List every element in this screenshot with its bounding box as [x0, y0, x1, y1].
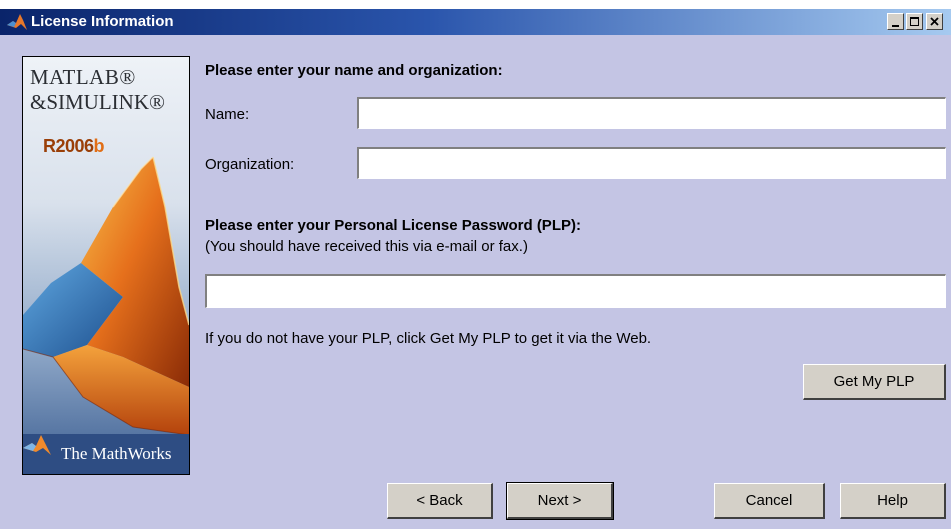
release-prefix: R2006	[43, 136, 94, 156]
minimize-icon[interactable]	[887, 13, 904, 30]
name-input[interactable]	[357, 97, 946, 129]
cancel-button[interactable]: Cancel	[714, 483, 825, 519]
license-information-window: License Information MATLAB® &SIMULINK® R…	[0, 9, 951, 529]
mathworks-bar: The MathWorks	[23, 434, 189, 474]
plp-input[interactable]	[205, 274, 946, 308]
plp-help-text: If you do not have your PLP, click Get M…	[205, 330, 652, 347]
product-banner: MATLAB® &SIMULINK® R2006b The MathWorks	[22, 56, 190, 475]
matlab-wordmark: MATLAB®	[30, 65, 136, 89]
release-label: R2006b	[43, 136, 105, 157]
release-suffix: b	[93, 136, 105, 156]
window-title: License Information	[31, 13, 174, 30]
maximize-icon[interactable]	[906, 13, 923, 30]
organization-input[interactable]	[357, 147, 946, 179]
back-button[interactable]: < Back	[387, 483, 493, 519]
title-bar[interactable]: License Information	[0, 9, 951, 35]
matlab-logo-icon	[7, 14, 27, 30]
mathworks-wordmark: The MathWorks	[61, 444, 172, 463]
get-my-plp-button[interactable]: Get My PLP	[803, 364, 946, 400]
plp-section-heading: Please enter your Personal License Passw…	[205, 217, 581, 234]
organization-label: Organization:	[205, 156, 295, 173]
help-button[interactable]: Help	[840, 483, 946, 519]
name-label: Name:	[205, 106, 250, 123]
mathworks-logo-icon	[23, 435, 51, 455]
simulink-wordmark: &SIMULINK®	[30, 90, 165, 114]
plp-subheading: (You should have received this via e-mai…	[205, 238, 528, 255]
close-icon[interactable]	[926, 13, 943, 30]
name-section-heading: Please enter your name and organization:	[205, 62, 503, 79]
next-button[interactable]: Next >	[506, 482, 614, 520]
